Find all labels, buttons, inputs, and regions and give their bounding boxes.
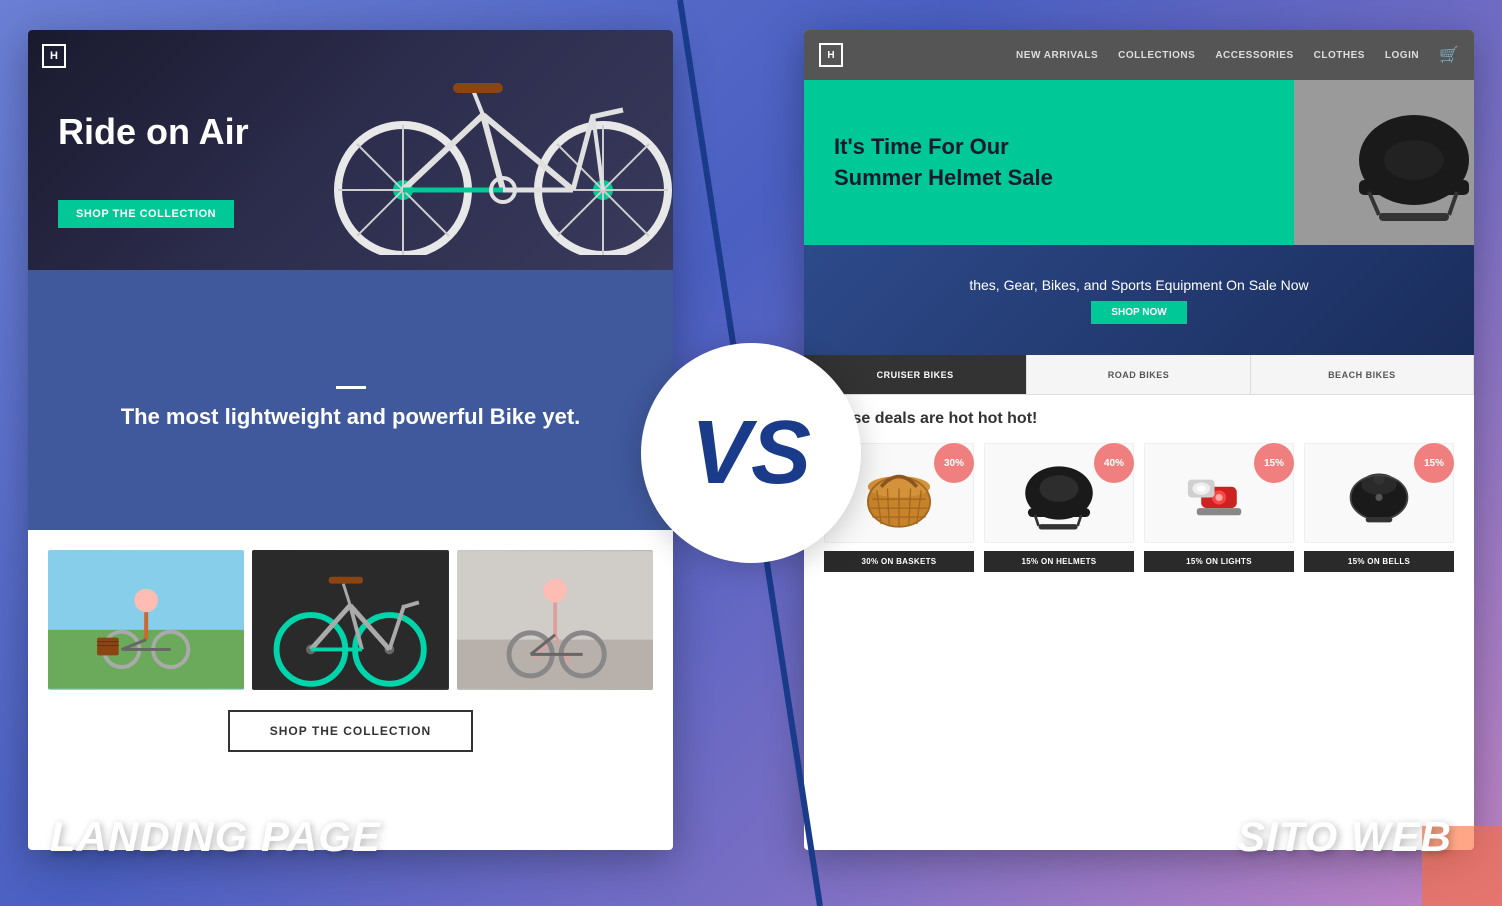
helmet-product-svg <box>1019 453 1099 533</box>
bike-img-1-svg <box>48 550 244 690</box>
wp-basket-badge: 30% <box>934 443 974 483</box>
wp-hero-line2: Summer Helmet Sale <box>834 165 1053 190</box>
wp-hero-title: It's Time For Our Summer Helmet Sale <box>834 132 1053 194</box>
lp-bike-img-2 <box>252 550 448 690</box>
bike-hero-illustration <box>283 35 673 255</box>
wp-nav-cart-icon[interactable]: 🛒 <box>1439 45 1459 65</box>
right-panel-website: H NEW ARRIVALS COLLECTIONS ACCESSORIES C… <box>804 30 1474 850</box>
basket-svg <box>859 453 939 533</box>
wp-deals-title: These deals are hot hot hot! <box>824 410 1454 428</box>
lp-bike-img-1 <box>48 550 244 690</box>
wp-products-grid: 30% <box>824 443 1454 572</box>
wp-nav-accessories[interactable]: ACCESSORIES <box>1215 50 1293 61</box>
wp-nav-login[interactable]: LOGIN <box>1385 50 1419 61</box>
left-panel-landing-page: H Ride on Air SHOP THE COLLECTION <box>28 30 673 850</box>
wp-nav-collections[interactable]: COLLECTIONS <box>1118 50 1195 61</box>
wp-product-helmet: 40% 15% ON HELMETS <box>984 443 1134 572</box>
lp-bike-grid <box>48 550 653 690</box>
wp-bell-label: 15% ON BELLS <box>1304 551 1454 572</box>
sito-web-label: SITO WEB <box>1237 813 1452 861</box>
wp-cat-road[interactable]: ROAD BIKES <box>1027 355 1250 394</box>
wp-hero-text: It's Time For Our Summer Helmet Sale <box>834 132 1053 194</box>
lp-shop-button[interactable]: SHOP THE COLLECTION <box>58 200 234 228</box>
lp-bottom-section: SHOP THE COLLECTION <box>28 530 673 772</box>
wp-shop-now-button[interactable]: SHOP NOW <box>1091 301 1186 324</box>
wp-categories: CRUISER BIKES ROAD BIKES BEACH BIKES <box>804 355 1474 395</box>
bell-svg <box>1339 453 1419 533</box>
wp-cat-beach[interactable]: BEACH BIKES <box>1251 355 1474 394</box>
wp-basket-label: 30% ON BASKETS <box>824 551 974 572</box>
bike-img-3-svg <box>457 550 653 690</box>
wp-hero-line1: It's Time For Our <box>834 134 1009 159</box>
wp-second-banner-text: thes, Gear, Bikes, and Sports Equipment … <box>969 277 1308 293</box>
landing-page-label: LANDING PAGE <box>50 813 381 861</box>
helmet-illustration <box>1294 80 1474 245</box>
lp-blue-section: The most lightweight and powerful Bike y… <box>28 270 673 530</box>
wp-helmet-label: 15% ON HELMETS <box>984 551 1134 572</box>
lp-logo: H <box>42 44 66 68</box>
light-svg <box>1179 453 1259 533</box>
vs-circle: VS <box>641 343 861 563</box>
lp-hero-section: H Ride on Air SHOP THE COLLECTION <box>28 30 673 270</box>
wp-nav-new-arrivals[interactable]: NEW ARRIVALS <box>1016 50 1098 61</box>
wp-deals-section: These deals are hot hot hot! 30% <box>804 395 1474 582</box>
wp-helmet-badge: 40% <box>1094 443 1134 483</box>
wp-nav-logo: H <box>819 43 843 67</box>
bike-img-2-svg <box>252 550 448 690</box>
lp-blue-dash <box>336 386 366 389</box>
lp-bottom-shop-button[interactable]: SHOP THE COLLECTION <box>228 710 473 752</box>
wp-hero-banner: It's Time For Our Summer Helmet Sale 40% <box>804 80 1474 245</box>
vs-text: VS <box>691 408 811 498</box>
wp-helmet-area <box>1294 80 1474 245</box>
wp-light-badge: 15% <box>1254 443 1294 483</box>
wp-light-label: 15% ON LIGHTS <box>1144 551 1294 572</box>
wp-product-bell: 15% 15% ON BELLS <box>1304 443 1454 572</box>
lp-blue-subtitle: The most lightweight and powerful Bike y… <box>121 404 581 430</box>
wp-bell-badge: 15% <box>1414 443 1454 483</box>
wp-product-light: 15% 15% ON LIGHTS <box>1144 443 1294 572</box>
wp-nav-clothes[interactable]: CLOTHES <box>1314 50 1365 61</box>
lp-hero-title: Ride on Air <box>58 110 249 153</box>
wp-second-banner: thes, Gear, Bikes, and Sports Equipment … <box>804 245 1474 355</box>
lp-bike-img-3 <box>457 550 653 690</box>
wp-navigation: H NEW ARRIVALS COLLECTIONS ACCESSORIES C… <box>804 30 1474 80</box>
